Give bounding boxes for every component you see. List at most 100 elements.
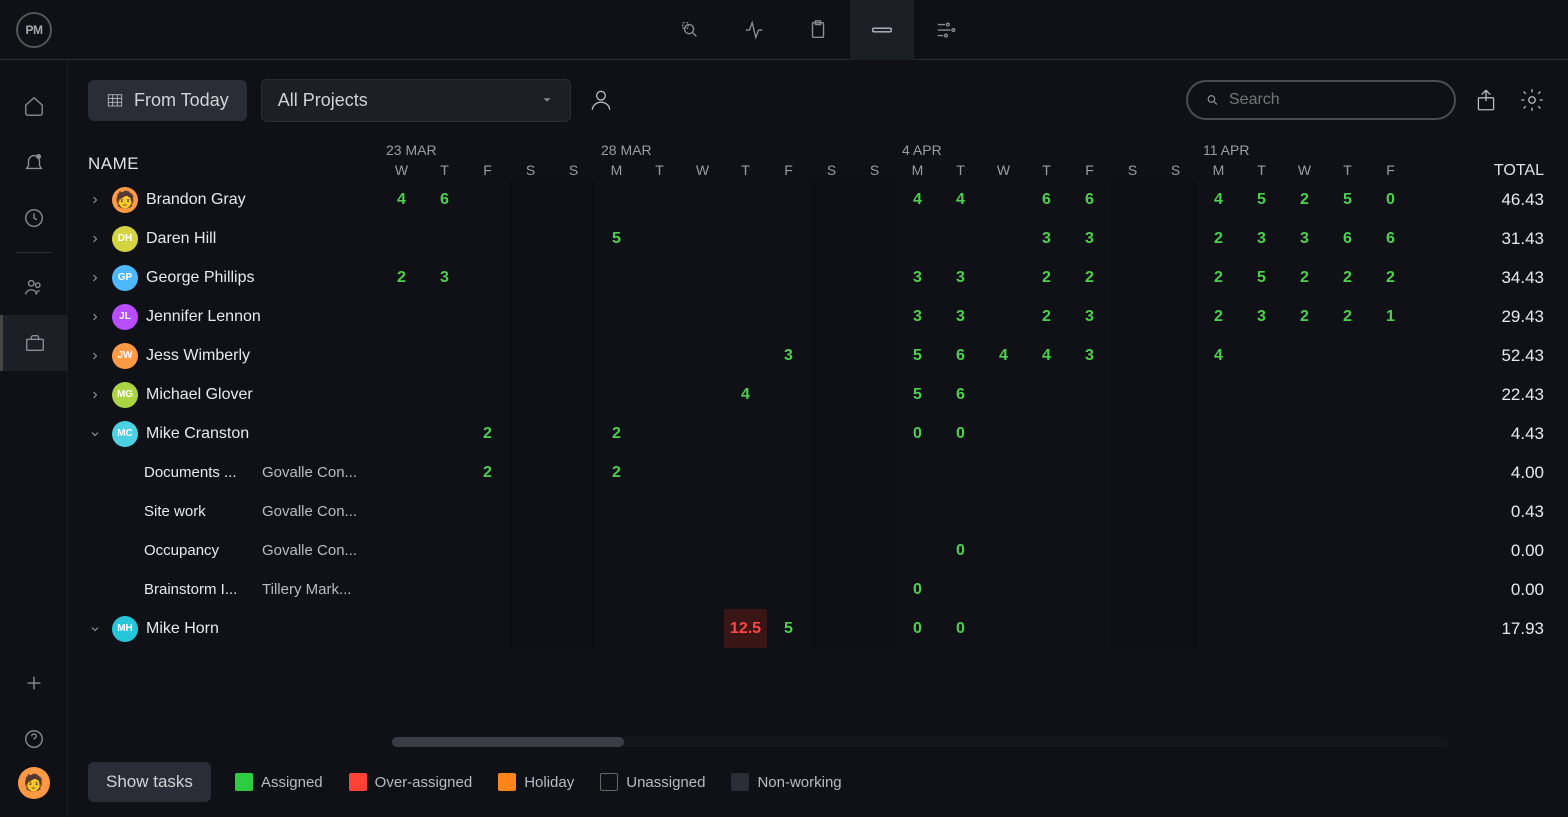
workload-cell[interactable] [767, 180, 810, 219]
workload-cell[interactable]: 2 [1025, 258, 1068, 297]
workload-cell[interactable]: 4 [1197, 180, 1240, 219]
workload-cell[interactable] [1111, 492, 1154, 531]
workload-cell[interactable]: 2 [1283, 297, 1326, 336]
workload-cell[interactable] [1326, 492, 1369, 531]
workload-cell[interactable] [552, 414, 595, 453]
workload-cell[interactable] [681, 492, 724, 531]
workload-cell[interactable] [1154, 414, 1197, 453]
workload-cell[interactable] [1197, 531, 1240, 570]
workload-cell[interactable] [638, 609, 681, 648]
workload-cell[interactable] [423, 336, 466, 375]
workload-cell[interactable] [595, 375, 638, 414]
workload-cell[interactable] [509, 375, 552, 414]
workload-cell[interactable] [638, 531, 681, 570]
workload-cell[interactable]: 0 [896, 414, 939, 453]
workload-cell[interactable] [810, 336, 853, 375]
workload-cell[interactable] [810, 375, 853, 414]
workload-cell[interactable]: 3 [1068, 219, 1111, 258]
workload-cell[interactable] [1197, 375, 1240, 414]
workload-cell[interactable]: 2 [466, 453, 509, 492]
workload-cell[interactable] [681, 375, 724, 414]
workload-cell[interactable] [1111, 609, 1154, 648]
workload-cell[interactable] [1111, 531, 1154, 570]
workload-cell[interactable] [423, 531, 466, 570]
show-tasks-button[interactable]: Show tasks [88, 762, 211, 802]
workload-cell[interactable] [810, 414, 853, 453]
workload-cell[interactable] [1111, 453, 1154, 492]
workload-cell[interactable] [1111, 414, 1154, 453]
workload-cell[interactable] [1068, 414, 1111, 453]
tab-zoom[interactable] [658, 0, 722, 60]
workload-cell[interactable] [810, 297, 853, 336]
workload-cell[interactable] [1154, 180, 1197, 219]
workload-cell[interactable] [767, 531, 810, 570]
workload-cell[interactable] [853, 414, 896, 453]
workload-cell[interactable] [380, 531, 423, 570]
user-avatar[interactable]: 🧑 [18, 767, 50, 799]
workload-cell[interactable] [552, 375, 595, 414]
workload-cell[interactable] [1240, 570, 1283, 609]
expand-toggle[interactable] [86, 233, 104, 245]
workload-cell[interactable]: 0 [939, 414, 982, 453]
workload-cell[interactable] [509, 336, 552, 375]
workload-cell[interactable] [767, 453, 810, 492]
workload-cell[interactable] [595, 297, 638, 336]
workload-cell[interactable] [982, 492, 1025, 531]
workload-cell[interactable] [681, 258, 724, 297]
workload-cell[interactable] [509, 531, 552, 570]
workload-cell[interactable]: 4 [380, 180, 423, 219]
workload-cell[interactable]: 5 [1240, 258, 1283, 297]
workload-cell[interactable] [1068, 453, 1111, 492]
workload-cell[interactable] [853, 375, 896, 414]
workload-cell[interactable] [1197, 492, 1240, 531]
workload-cell[interactable] [1369, 453, 1412, 492]
workload-cell[interactable]: 5 [767, 609, 810, 648]
workload-cell[interactable]: 4 [1025, 336, 1068, 375]
workload-cell[interactable] [982, 453, 1025, 492]
expand-toggle[interactable] [86, 428, 104, 440]
workload-cell[interactable] [466, 570, 509, 609]
workload-cell[interactable] [1025, 609, 1068, 648]
share-button[interactable] [1470, 84, 1502, 116]
workload-cell[interactable] [638, 492, 681, 531]
expand-toggle[interactable] [86, 194, 104, 206]
workload-cell[interactable] [1068, 609, 1111, 648]
workload-cell[interactable]: 3 [1068, 336, 1111, 375]
workload-cell[interactable] [1369, 414, 1412, 453]
workload-cell[interactable] [1369, 336, 1412, 375]
workload-cell[interactable] [810, 531, 853, 570]
workload-cell[interactable] [939, 219, 982, 258]
workload-cell[interactable] [509, 453, 552, 492]
workload-cell[interactable] [724, 297, 767, 336]
workload-cell[interactable]: 2 [1283, 180, 1326, 219]
workload-cell[interactable] [681, 531, 724, 570]
workload-cell[interactable] [1197, 609, 1240, 648]
workload-cell[interactable] [1240, 609, 1283, 648]
workload-cell[interactable] [1154, 258, 1197, 297]
workload-cell[interactable] [423, 375, 466, 414]
workload-cell[interactable]: 4 [896, 180, 939, 219]
workload-cell[interactable] [810, 453, 853, 492]
workload-cell[interactable] [896, 453, 939, 492]
workload-cell[interactable] [380, 453, 423, 492]
project-select[interactable]: All Projects [261, 79, 571, 122]
tab-timeline[interactable] [914, 0, 978, 60]
workload-cell[interactable] [1154, 492, 1197, 531]
workload-cell[interactable] [724, 492, 767, 531]
workload-cell[interactable] [1326, 453, 1369, 492]
workload-cell[interactable] [595, 492, 638, 531]
workload-cell[interactable] [1068, 492, 1111, 531]
workload-cell[interactable] [1283, 609, 1326, 648]
workload-cell[interactable] [1240, 414, 1283, 453]
workload-cell[interactable] [810, 609, 853, 648]
expand-toggle[interactable] [86, 389, 104, 401]
workload-cell[interactable] [1111, 375, 1154, 414]
workload-cell[interactable] [1111, 180, 1154, 219]
workload-cell[interactable] [380, 570, 423, 609]
workload-cell[interactable]: 2 [1326, 297, 1369, 336]
nav-help[interactable] [0, 711, 68, 767]
workload-cell[interactable]: 5 [1240, 180, 1283, 219]
workload-cell[interactable]: 4 [1197, 336, 1240, 375]
workload-cell[interactable]: 3 [896, 258, 939, 297]
workload-cell[interactable] [638, 570, 681, 609]
